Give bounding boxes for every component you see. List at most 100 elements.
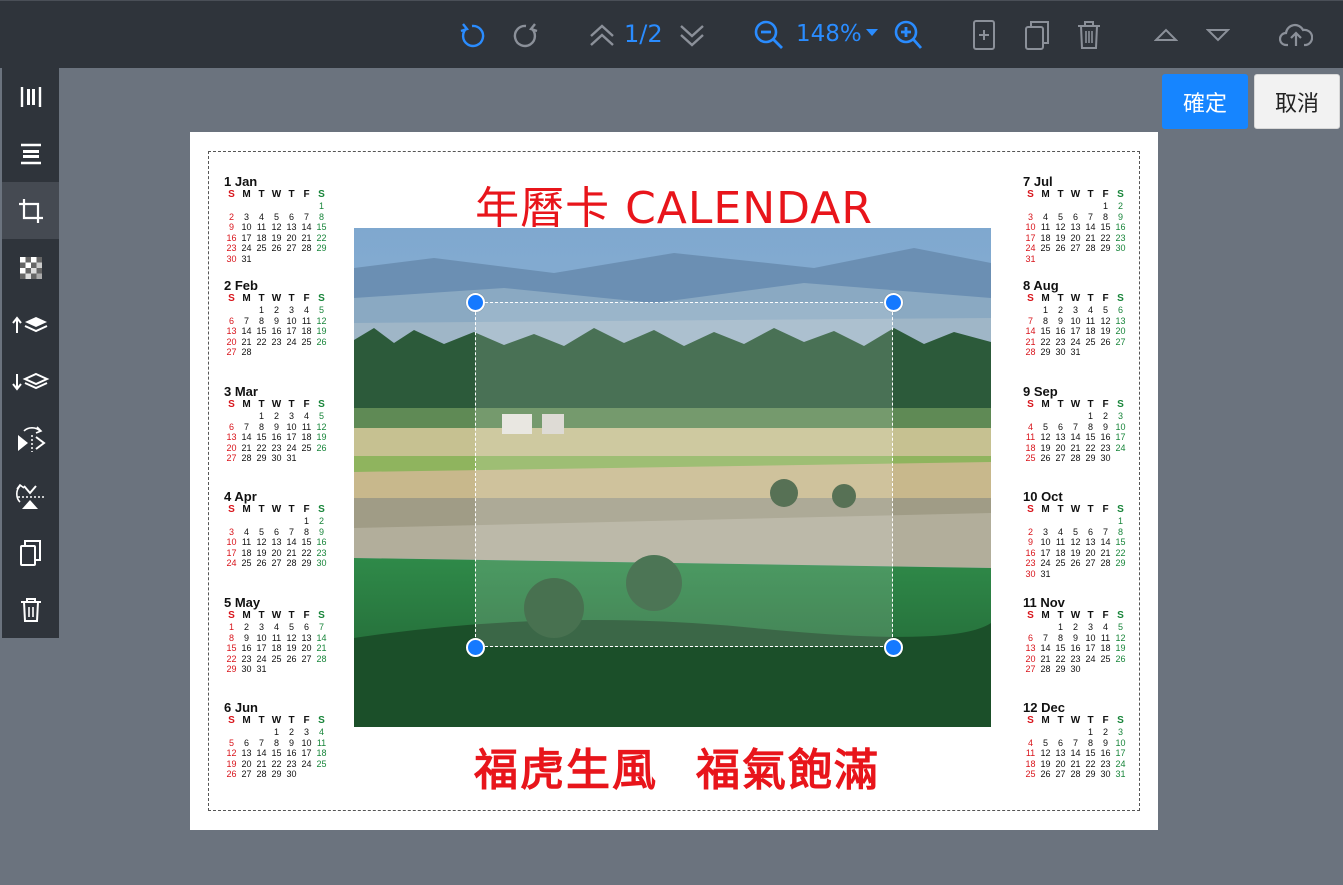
day-cell: 31 bbox=[286, 453, 297, 464]
day-cell bbox=[284, 664, 299, 675]
day-cell: 23 bbox=[271, 442, 282, 453]
day-cell: 23 bbox=[241, 653, 252, 664]
day-cell: 7 bbox=[318, 622, 324, 632]
day-cell: 27 bbox=[1085, 558, 1096, 569]
day-cell: 17 bbox=[256, 643, 267, 654]
day-cell: 24 bbox=[1085, 653, 1096, 664]
weekday-header: T bbox=[258, 189, 265, 200]
day-cell: 3 bbox=[288, 305, 294, 315]
zoom-out-icon[interactable] bbox=[752, 15, 786, 55]
day-cell: 14 bbox=[301, 222, 312, 233]
add-page-icon[interactable] bbox=[970, 15, 998, 55]
weekday-header: S bbox=[1117, 189, 1124, 200]
day-cell: 2 bbox=[288, 727, 294, 737]
day-cell bbox=[314, 769, 329, 780]
day-cell: 14 bbox=[286, 537, 297, 548]
day-cell bbox=[1083, 254, 1098, 265]
day-cell: 10 bbox=[1115, 737, 1126, 748]
day-cell: 15 bbox=[1115, 537, 1126, 548]
day-cell: 25 bbox=[316, 758, 327, 769]
day-cell: 18 bbox=[241, 547, 252, 558]
day-cell: 4 bbox=[1087, 305, 1093, 315]
send-backward-icon[interactable] bbox=[2, 353, 59, 410]
day-cell: 15 bbox=[271, 748, 282, 759]
redo-icon[interactable] bbox=[510, 15, 542, 55]
flip-vertical-icon[interactable] bbox=[2, 467, 59, 524]
month-label: 1 Jan bbox=[224, 174, 258, 189]
day-cell: 12 bbox=[1055, 222, 1066, 233]
cloud-upload-icon[interactable] bbox=[1278, 15, 1314, 55]
day-cell: 11 bbox=[1025, 432, 1036, 443]
day-cell: 13 bbox=[1025, 643, 1036, 654]
slogan-right[interactable]: 福氣飽滿 bbox=[696, 734, 880, 798]
weekday-header: S bbox=[318, 189, 325, 200]
day-cell bbox=[1083, 516, 1098, 527]
day-cell bbox=[1038, 411, 1053, 422]
day-cell: 23 bbox=[271, 336, 282, 347]
month-calendar: 12 Dec S M T W T F S 1 2 3 4 5 6 7 8 9 10 11 12 13 14 15 16 17 18… bbox=[1023, 700, 1129, 780]
day-cell bbox=[1053, 201, 1068, 212]
move-up-icon[interactable] bbox=[1152, 15, 1180, 55]
align-horizontal-icon[interactable] bbox=[2, 125, 59, 182]
day-cell: 26 bbox=[286, 653, 297, 664]
trash-icon[interactable] bbox=[2, 581, 59, 638]
next-page-icon[interactable] bbox=[676, 15, 708, 55]
day-cell bbox=[224, 201, 239, 212]
day-cell: 23 bbox=[1100, 442, 1111, 453]
align-vertical-icon[interactable] bbox=[2, 68, 59, 125]
zoom-level-dropdown[interactable]: 148% bbox=[796, 19, 862, 49]
crop-handle-top-right[interactable] bbox=[884, 293, 903, 312]
day-cell: 27 bbox=[1025, 664, 1036, 675]
day-cell: 11 bbox=[271, 632, 282, 643]
day-cell: 18 bbox=[271, 643, 282, 654]
confirm-button[interactable]: 確定 bbox=[1162, 74, 1248, 129]
day-cell: 22 bbox=[1040, 336, 1051, 347]
day-cell: 26 bbox=[226, 769, 237, 780]
previous-page-icon[interactable] bbox=[586, 15, 618, 55]
chevron-down-icon[interactable] bbox=[866, 29, 878, 36]
undo-icon[interactable] bbox=[456, 15, 488, 55]
crop-handle-bottom-left[interactable] bbox=[466, 638, 485, 657]
day-cell bbox=[1053, 254, 1068, 265]
day-cell: 27 bbox=[301, 653, 312, 664]
weekday-header: W bbox=[271, 399, 282, 410]
weekday-header: S bbox=[318, 399, 325, 410]
crop-handle-top-left[interactable] bbox=[466, 293, 485, 312]
document-title[interactable]: 年曆卡 CALENDAR bbox=[190, 172, 1158, 236]
delete-page-icon[interactable] bbox=[1074, 15, 1104, 55]
day-cell bbox=[1098, 347, 1113, 358]
day-cell: 9 bbox=[273, 315, 279, 326]
day-cell: 13 bbox=[271, 537, 282, 548]
move-down-icon[interactable] bbox=[1204, 15, 1232, 55]
crop-selection-box[interactable] bbox=[475, 302, 893, 647]
day-cell: 11 bbox=[1100, 632, 1111, 643]
weekday-header: S bbox=[318, 715, 325, 726]
copy-icon[interactable] bbox=[2, 524, 59, 581]
weekday-header: T bbox=[1087, 189, 1094, 200]
zoom-in-icon[interactable] bbox=[890, 15, 924, 55]
weekday-header: T bbox=[258, 399, 265, 410]
day-cell: 29 bbox=[1085, 453, 1096, 464]
day-cell: 12 bbox=[1040, 748, 1051, 759]
day-cell: 12 bbox=[1100, 315, 1111, 326]
day-cell bbox=[269, 347, 284, 358]
day-cell: 30 bbox=[1055, 347, 1066, 358]
day-cell: 10 bbox=[1025, 222, 1036, 233]
flip-horizontal-icon[interactable] bbox=[2, 410, 59, 467]
slogan-left[interactable]: 福虎生風 bbox=[474, 734, 658, 798]
weekday-header: T bbox=[1087, 293, 1094, 304]
bring-forward-icon[interactable] bbox=[2, 296, 59, 353]
crop-handle-bottom-right[interactable] bbox=[884, 638, 903, 657]
day-cell: 13 bbox=[1055, 748, 1066, 759]
day-cell: 5 bbox=[318, 411, 324, 421]
day-cell: 20 bbox=[226, 336, 237, 347]
transparency-icon[interactable] bbox=[2, 239, 59, 296]
cancel-button[interactable]: 取消 bbox=[1254, 74, 1340, 129]
crop-icon[interactable] bbox=[2, 182, 59, 239]
day-cell bbox=[1113, 569, 1128, 580]
duplicate-page-icon[interactable] bbox=[1022, 15, 1052, 55]
day-cell: 4 bbox=[243, 526, 249, 537]
day-cell: 2 bbox=[1117, 201, 1123, 211]
day-cell: 4 bbox=[258, 211, 264, 222]
day-cell: 22 bbox=[1085, 442, 1096, 453]
